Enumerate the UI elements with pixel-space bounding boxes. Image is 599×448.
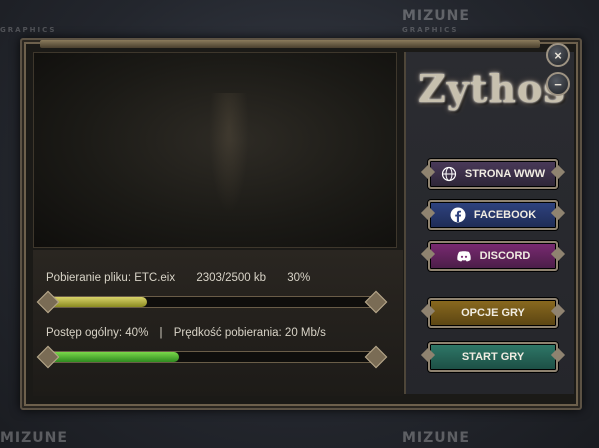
facebook-button[interactable]: FACEBOOK	[420, 200, 566, 230]
watermark-bottom-right: MIZUNE	[402, 430, 470, 446]
website-button[interactable]: STRONA WWW	[420, 159, 566, 189]
file-percent-text: 30%	[287, 272, 311, 284]
start-game-button-label: START GRY	[461, 351, 525, 363]
game-logo: Zythos	[418, 66, 566, 111]
game-options-button[interactable]: OPCJE GRY	[420, 298, 566, 328]
download-speed-label: Prędkość pobierania: 20 Mb/s	[173, 327, 326, 339]
file-progress-bar	[48, 296, 375, 308]
file-download-status: Pobieranie pliku: ETC.eix 2303/2500 kb 3…	[46, 272, 328, 284]
facebook-button-label: FACEBOOK	[473, 209, 537, 221]
overall-progress-fill	[49, 352, 179, 362]
file-size-text: 2303/2500 kb	[196, 272, 267, 284]
top-ornament-bar	[40, 40, 540, 48]
discord-button[interactable]: DISCORD	[420, 241, 566, 271]
file-progress-fill	[49, 297, 147, 307]
facebook-icon	[450, 207, 466, 223]
minimize-icon: −	[554, 76, 562, 92]
discord-button-label: DISCORD	[479, 250, 531, 262]
website-button-label: STRONA WWW	[464, 168, 546, 180]
start-game-button[interactable]: START GRY	[420, 342, 566, 372]
watermark-left-sub: GRAPHICS	[0, 26, 57, 34]
globe-icon	[441, 166, 457, 182]
preview-area	[33, 52, 397, 248]
file-download-label: Pobieranie pliku: ETC.eix	[46, 272, 176, 284]
overall-progress-bar	[48, 351, 375, 363]
overall-progress-label: Postęp ogólny: 40%	[46, 327, 149, 339]
watermark-top-sub: GRAPHICS	[402, 26, 459, 34]
overall-download-status: Postęp ogólny: 40% | Prędkość pobierania…	[46, 327, 326, 339]
minimize-button[interactable]: −	[546, 72, 570, 96]
watermark-top: MIZUNE	[402, 8, 470, 24]
game-options-button-label: OPCJE GRY	[461, 307, 525, 319]
preview-figure	[209, 93, 249, 213]
close-icon: ×	[554, 47, 562, 63]
discord-icon	[456, 248, 472, 264]
watermark-bottom-left: MIZUNE	[0, 430, 68, 446]
close-button[interactable]: ×	[546, 43, 570, 67]
status-separator: |	[159, 327, 163, 339]
